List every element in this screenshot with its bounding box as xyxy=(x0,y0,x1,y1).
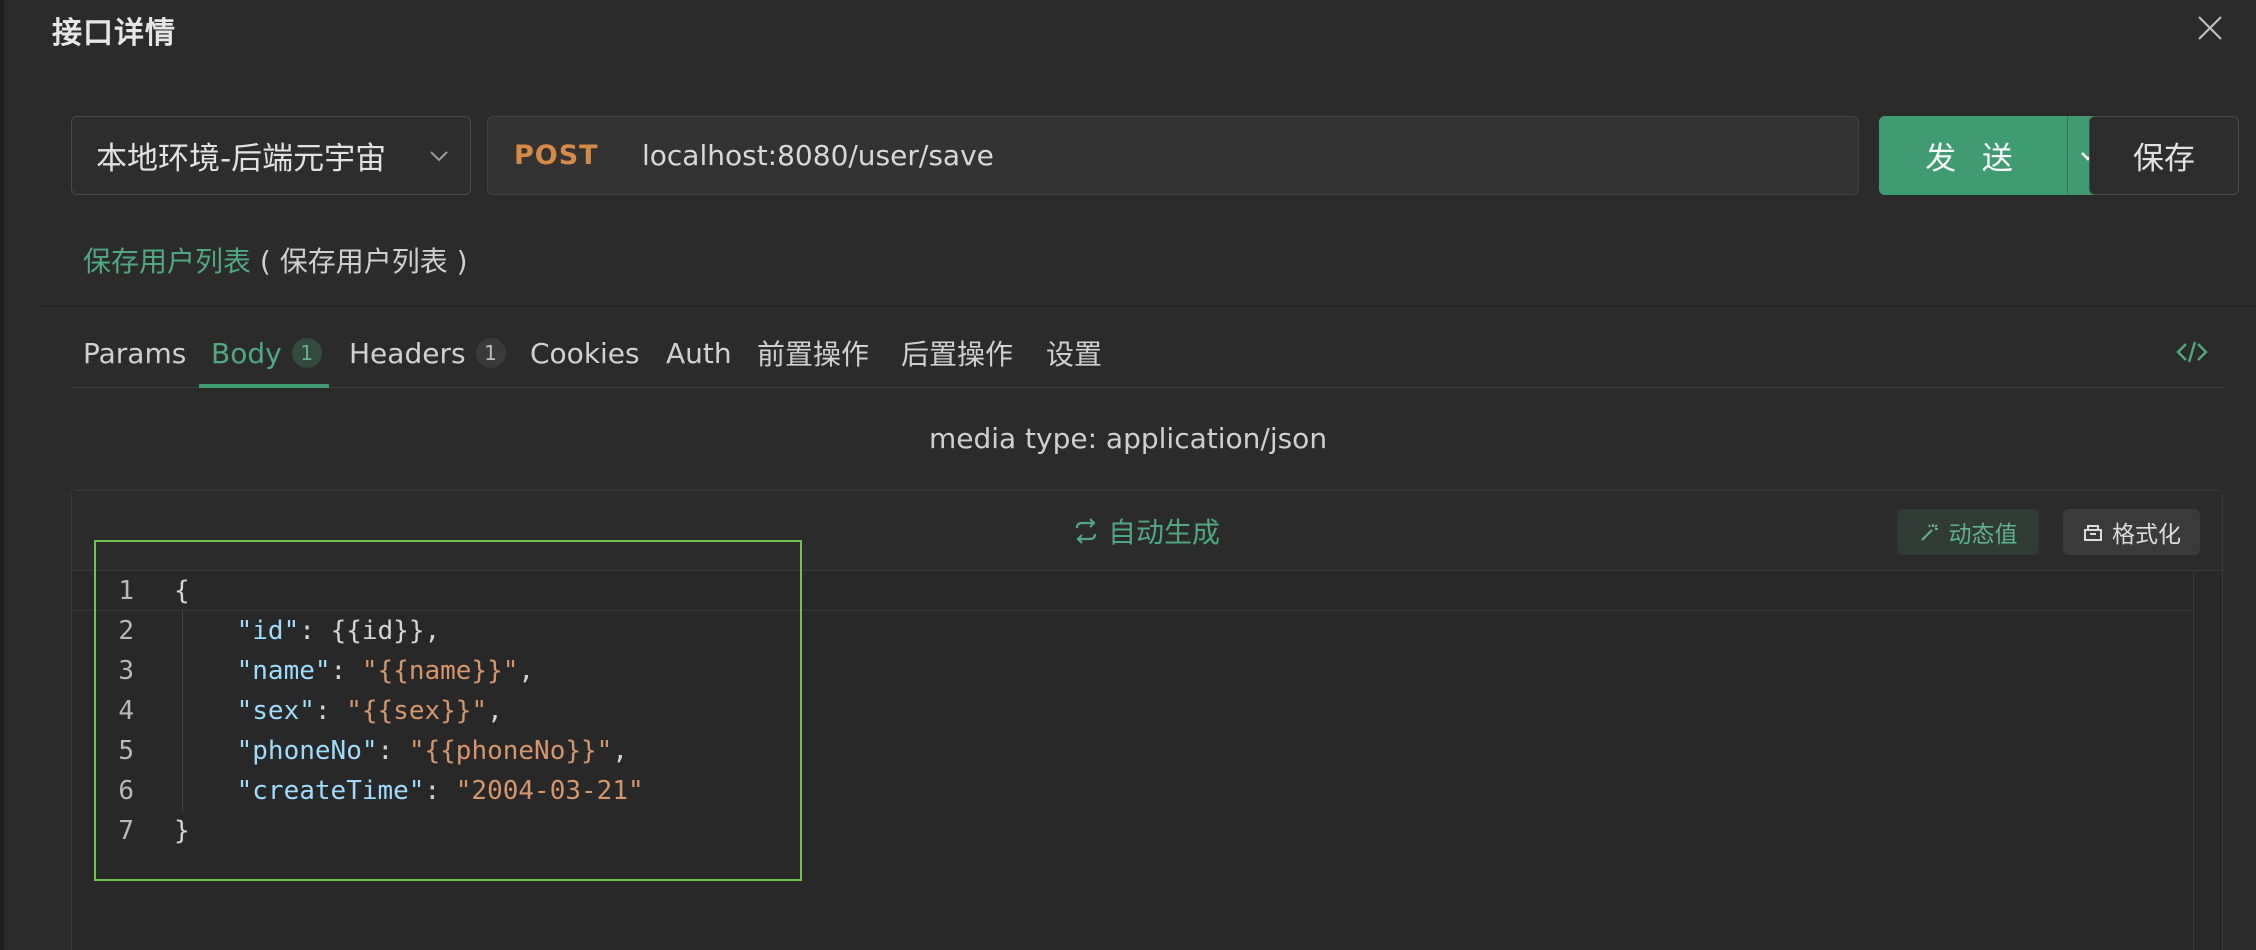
editor-scrollbar[interactable] xyxy=(2193,571,2194,950)
json-sep: : xyxy=(330,656,362,686)
code-line: 7 } xyxy=(72,811,2192,851)
code-text: { xyxy=(174,576,190,606)
code-line: 2 "id": {{id}}, xyxy=(72,611,2192,651)
json-tail: , xyxy=(518,656,535,686)
tab-settings[interactable]: 设置 xyxy=(1046,318,1102,388)
json-key: "createTime" xyxy=(236,776,425,806)
tab-label: Auth xyxy=(666,336,732,370)
json-value: "{{phoneNo}}" xyxy=(408,736,613,766)
editor-toolbar: 自动生成 动态值 格式化 xyxy=(72,491,2222,571)
code-line: 5 "phoneNo": "{{phoneNo}}", xyxy=(72,731,2192,771)
json-value: "{{sex}}" xyxy=(346,696,488,726)
tab-label: Cookies xyxy=(530,336,640,370)
json-sep: : xyxy=(377,736,409,766)
line-number: 4 xyxy=(118,696,134,726)
line-number: 2 xyxy=(118,616,134,646)
tab-headers[interactable]: Headers 1 xyxy=(349,318,506,388)
json-sep: : xyxy=(299,616,331,646)
tab-body[interactable]: Body 1 xyxy=(211,318,322,388)
url-bar[interactable]: POST localhost:8080/user/save xyxy=(487,116,1859,195)
line-number: 1 xyxy=(118,576,134,606)
body-editor-panel: 自动生成 动态值 格式化 1 { 2 "id": {{id}}, 3 "name… xyxy=(71,490,2223,950)
json-tail: , xyxy=(612,736,628,766)
code-line: 3 "name": "{{name}}", xyxy=(72,651,2192,691)
media-type-label: media type: application/json xyxy=(928,422,1328,455)
line-number: 7 xyxy=(118,816,134,846)
tab-label: Body xyxy=(211,336,282,370)
json-key: "name" xyxy=(236,656,331,686)
tab-badge: 1 xyxy=(291,338,322,368)
json-tail: , xyxy=(424,616,441,646)
json-key: "id" xyxy=(236,616,300,646)
json-key: "sex" xyxy=(236,696,315,726)
active-tab-indicator xyxy=(199,384,329,388)
tab-pre-request[interactable]: 前置操作 xyxy=(757,318,869,388)
json-value: "2004-03-21" xyxy=(455,776,644,806)
tab-label: Params xyxy=(83,336,187,370)
auto-generate-label: 自动生成 xyxy=(1108,516,1221,549)
code-icon[interactable] xyxy=(2174,334,2210,370)
api-description: ( 保存用户列表 ) xyxy=(259,245,468,278)
json-value: {{id}} xyxy=(330,616,425,646)
tab-params[interactable]: Params xyxy=(83,318,186,388)
json-key: "phoneNo" xyxy=(236,736,378,766)
tab-label: 后置操作 xyxy=(901,338,1014,371)
dynamic-value-button[interactable]: 动态值 xyxy=(1897,509,2039,555)
line-number: 5 xyxy=(118,736,134,766)
format-icon xyxy=(2084,525,2102,541)
method-select[interactable]: POST xyxy=(514,140,642,171)
auto-generate-button[interactable]: 自动生成 xyxy=(1072,511,1220,551)
dynamic-value-label: 动态值 xyxy=(1948,522,2018,548)
json-tail: , xyxy=(487,696,503,726)
line-number: 3 xyxy=(118,656,134,686)
chevron-down-icon xyxy=(430,151,448,162)
send-button[interactable]: 发 送 xyxy=(1879,116,2067,195)
tab-label: Headers xyxy=(349,336,466,370)
code-text: } xyxy=(174,816,190,846)
refresh-icon xyxy=(1075,518,1097,544)
json-sep: : xyxy=(424,776,456,806)
tab-badge: 1 xyxy=(475,338,506,368)
save-button[interactable]: 保存 xyxy=(2089,116,2239,195)
format-label: 格式化 xyxy=(2112,522,2181,548)
section-divider xyxy=(40,306,2256,307)
url-input[interactable]: localhost:8080/user/save xyxy=(642,139,994,172)
api-name-row: 保存用户列表 ( 保存用户列表 ) xyxy=(83,240,468,280)
json-body-editor[interactable]: 1 { 2 "id": {{id}}, 3 "name": "{{name}}"… xyxy=(72,571,2222,950)
environment-select[interactable]: 本地环境-后端元宇宙 xyxy=(71,116,471,195)
window-edge xyxy=(0,0,4,950)
api-name-link[interactable]: 保存用户列表 xyxy=(83,245,251,278)
tab-cookies[interactable]: Cookies xyxy=(530,318,640,388)
json-value: "{{name}}" xyxy=(361,656,519,686)
tab-label: 前置操作 xyxy=(757,338,870,371)
code-line: 1 { xyxy=(72,571,2192,611)
json-sep: : xyxy=(314,696,347,726)
tab-post-request[interactable]: 后置操作 xyxy=(901,318,1013,388)
magic-wand-icon xyxy=(1920,524,1938,541)
code-line: 4 "sex": "{{sex}}", xyxy=(72,691,2192,731)
code-line: 6 "createTime": "2004-03-21" xyxy=(72,771,2192,811)
format-button[interactable]: 格式化 xyxy=(2063,509,2200,555)
tab-label: 设置 xyxy=(1046,338,1103,371)
close-icon xyxy=(2198,16,2222,40)
request-tabs: Params Body 1 Headers 1 Cookies Auth 前置操… xyxy=(71,318,2225,388)
tab-auth[interactable]: Auth xyxy=(666,318,732,388)
close-button[interactable] xyxy=(2192,10,2228,46)
line-number: 6 xyxy=(118,776,134,806)
environment-select-value: 本地环境-后端元宇宙 xyxy=(96,141,387,177)
dialog-title: 接口详情 xyxy=(52,16,176,51)
